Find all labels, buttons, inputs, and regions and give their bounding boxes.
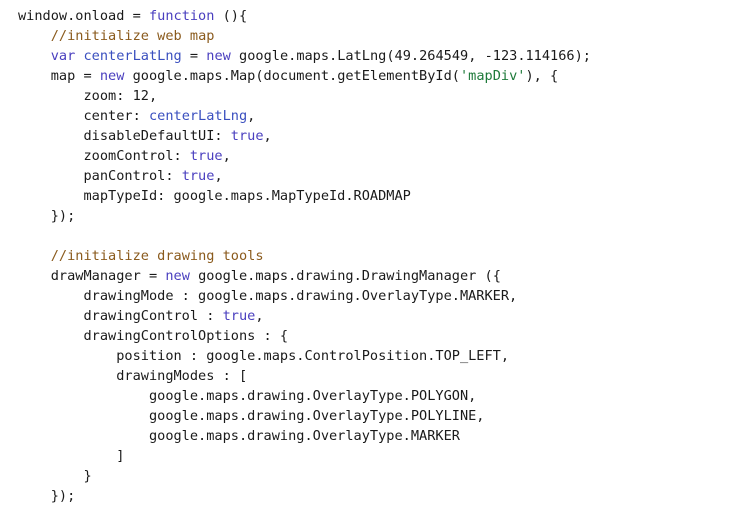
code-token-plain: drawingMode : google.maps.drawing.Overla… [18,288,518,304]
code-token-plain: google.maps.Map(document.getElementById( [124,68,460,84]
code-token-keyword: true [189,148,223,164]
code-token-plain: drawingModes : [ [18,368,248,384]
code-line: //initialize web map [18,26,591,46]
code-token-plain: } [18,468,92,484]
code-token-plain: google.maps.drawing.OverlayType.MARKER [18,428,460,444]
code-token-plain: = [181,48,207,64]
code-line: //initialize drawing tools [18,246,591,266]
code-token-plain: ); [574,48,591,64]
code-token-plain: google.maps.LatLng( [230,48,395,64]
code-token-comment: //initialize web map [50,28,215,44]
code-token-plain: google.maps.drawing.OverlayType.POLYLINE… [18,408,485,424]
code-token-number: 123.114166 [492,48,575,64]
code-line: disableDefaultUI: true, [18,126,591,146]
code-line: position : google.maps.ControlPosition.T… [18,346,591,366]
code-token-plain: drawingControl : [18,308,223,324]
code-line: drawingControl : true, [18,306,591,326]
code-line: google.maps.drawing.OverlayType.POLYLINE… [18,406,591,426]
code-token-plain: disableDefaultUI: [18,128,231,144]
code-token-plain: google.maps.drawing.DrawingManager ({ [189,268,501,284]
code-token-plain: map = [18,68,100,84]
code-token-plain: zoom: [18,88,133,104]
code-token-plain: google.maps.drawing.OverlayType.POLYGON, [18,388,477,404]
code-line: var centerLatLng = new google.maps.LatLn… [18,46,591,66]
code-token-plain: , [214,168,223,184]
code-line: drawingModes : [ [18,366,591,386]
code-token-keyword: true [230,128,264,144]
code-token-plain: zoomControl: [18,148,190,164]
code-token-keyword: new [206,48,231,64]
code-token-plain: (){ [214,8,248,24]
code-token-plain: drawManager = [18,268,166,284]
code-token-keyword: true [181,168,215,184]
code-token-plain: }); [18,488,76,504]
code-line: map = new google.maps.Map(document.getEl… [18,66,591,86]
code-token-number: 12 [132,88,149,104]
code-token-plain: , [222,148,231,164]
code-token-keyword: var [50,48,76,64]
code-token-variable: centerLatLng [83,48,182,64]
code-line: drawingMode : google.maps.drawing.Overla… [18,286,591,306]
code-line: google.maps.drawing.OverlayType.MARKER [18,426,591,446]
code-token-string-hl: 'mapDiv' [459,68,526,84]
code-line: } [18,466,591,486]
code-line: ] [18,446,591,466]
code-line: panControl: true, [18,166,591,186]
code-token-plain: mapTypeId: google.maps.MapTypeId.ROADMAP [18,188,411,204]
code-token-plain: panControl: [18,168,182,184]
code-token-plain: , [148,88,158,104]
code-token-plain: drawingControlOptions : { [18,328,289,344]
code-token-keyword: true [222,308,256,324]
code-token-plain: , [255,308,264,324]
code-token-plain: ] [18,448,125,464]
code-token-plain: , - [468,48,493,64]
code-token-plain: center: [18,108,149,124]
code-token-keyword: function [148,8,215,24]
code-line: drawingControlOptions : { [18,326,591,346]
code-token-keyword: new [165,268,190,284]
code-line: }); [18,206,591,226]
code-line: drawManager = new google.maps.drawing.Dr… [18,266,591,286]
code-token-plain: }); [18,208,76,224]
code-token-plain: , [263,128,272,144]
code-line: mapTypeId: google.maps.MapTypeId.ROADMAP [18,186,591,206]
code-line: window.onload = function (){ [18,6,591,26]
code-token-plain: window.onload = [18,8,149,24]
code-line: google.maps.drawing.OverlayType.POLYGON, [18,386,591,406]
code-token-plain: position : google.maps.ControlPosition.T… [18,348,510,364]
code-block: window.onload = function (){ //initializ… [18,6,591,506]
code-line: center: centerLatLng, [18,106,591,126]
code-token-plain: ), { [525,68,559,84]
code-line: }); [18,486,591,506]
code-token-variable: centerLatLng [148,108,248,124]
code-token-number: 49.264549 [394,48,469,64]
code-line: zoom: 12, [18,86,591,106]
code-token-comment: //initialize drawing tools [50,248,264,264]
code-line: zoomControl: true, [18,146,591,166]
code-token-plain: , [247,108,256,124]
code-token-keyword: new [99,68,125,84]
